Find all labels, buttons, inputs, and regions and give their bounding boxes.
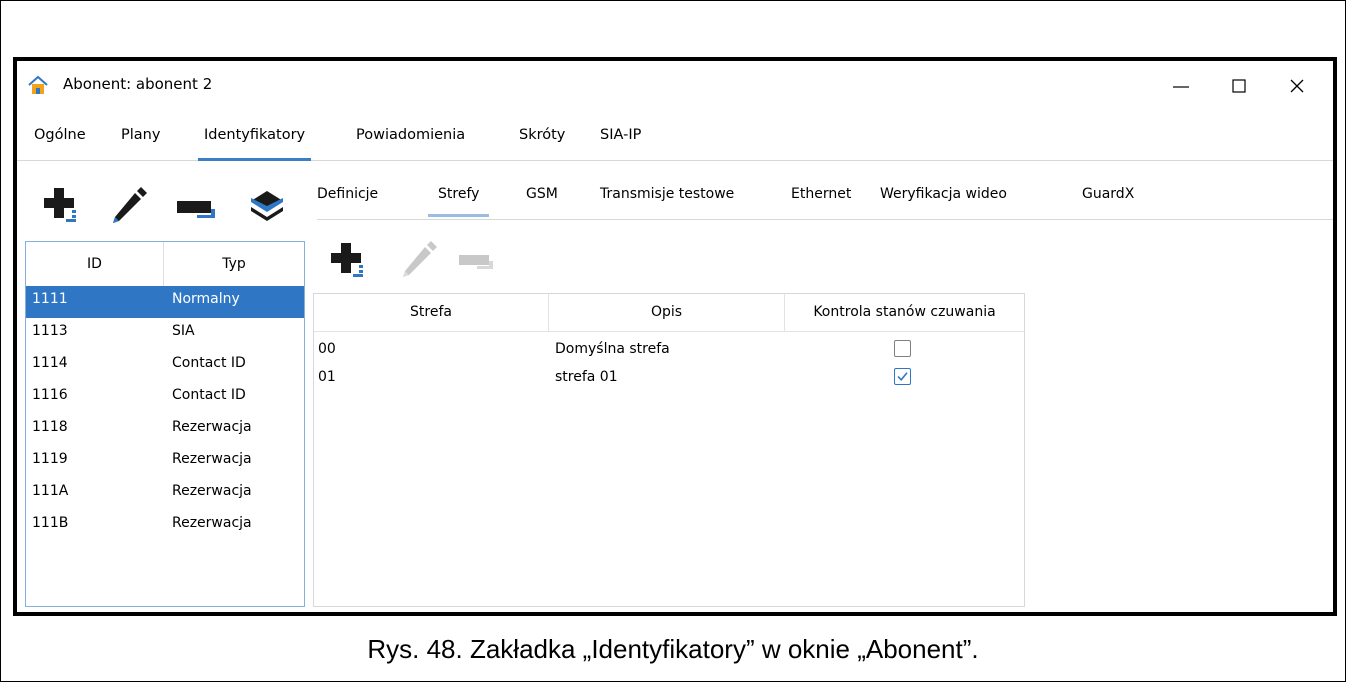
main-tabs: Ogólne Plany Identyfikatory Powiadomieni… bbox=[17, 114, 1333, 161]
tab-ethernet[interactable]: Ethernet bbox=[791, 186, 851, 202]
table-row[interactable]: 01 strefa 01 bbox=[314, 360, 1024, 392]
zones-table-header: Strefa Opis Kontrola stanów czuwania bbox=[314, 294, 1024, 332]
zones-table[interactable]: Strefa Opis Kontrola stanów czuwania 00 … bbox=[313, 293, 1025, 607]
identifiers-list[interactable]: ID Typ 1111 Normalny 1113 SIA 1114 Conta… bbox=[25, 241, 305, 607]
list-item-type: Contact ID bbox=[172, 387, 246, 403]
list-item-id: 1118 bbox=[32, 419, 68, 435]
arming-control-checkbox[interactable] bbox=[894, 340, 911, 357]
column-header-type[interactable]: Typ bbox=[164, 256, 304, 272]
add-zone-icon[interactable] bbox=[331, 243, 367, 279]
tab-video-verification[interactable]: Weryfikacja wideo bbox=[880, 186, 1007, 202]
tab-shortcuts[interactable]: Skróty bbox=[519, 127, 565, 143]
column-header-arming-control[interactable]: Kontrola stanów czuwania bbox=[785, 304, 1024, 320]
list-item[interactable]: 1113 SIA bbox=[26, 318, 304, 350]
list-item[interactable]: 1119 Rezerwacja bbox=[26, 446, 304, 478]
figure-caption: Rys. 48. Zakładka „Identyfikatory” w okn… bbox=[367, 634, 979, 664]
tab-notifications[interactable]: Powiadomienia bbox=[356, 127, 465, 143]
identifiers-list-header: ID Typ bbox=[26, 242, 304, 287]
list-item-id: 111A bbox=[32, 483, 69, 499]
list-item-id: 1119 bbox=[32, 451, 68, 467]
list-item-id: 1113 bbox=[32, 323, 68, 339]
tab-guardx[interactable]: GuardX bbox=[1082, 186, 1134, 202]
layers-icon[interactable] bbox=[249, 189, 285, 223]
column-header-id[interactable]: ID bbox=[26, 256, 163, 272]
identifiers-toolbar bbox=[17, 165, 317, 235]
close-button[interactable] bbox=[1277, 69, 1317, 103]
subscriber-window: Abonent: abonent 2 Ogólne Plany Identyfi… bbox=[13, 57, 1337, 616]
minimize-icon bbox=[1173, 86, 1189, 88]
zone-number: 01 bbox=[318, 369, 336, 385]
list-item-type: Rezerwacja bbox=[172, 483, 252, 499]
arming-control-checkbox[interactable] bbox=[894, 368, 911, 385]
column-header-zone[interactable]: Strefa bbox=[314, 304, 548, 320]
list-item-type: Rezerwacja bbox=[172, 515, 252, 531]
edit-icon[interactable] bbox=[107, 185, 147, 225]
tab-identifiers[interactable]: Identyfikatory bbox=[197, 127, 312, 161]
tab-gsm[interactable]: GSM bbox=[526, 186, 558, 202]
list-item[interactable]: 111B Rezerwacja bbox=[26, 510, 304, 542]
list-item-id: 111B bbox=[32, 515, 69, 531]
list-item-type: Contact ID bbox=[172, 355, 246, 371]
list-item[interactable]: 1111 Normalny bbox=[26, 286, 304, 318]
edit-zone-icon[interactable] bbox=[397, 239, 437, 279]
column-header-description[interactable]: Opis bbox=[549, 304, 784, 320]
tab-test-transmissions[interactable]: Transmisje testowe bbox=[600, 186, 734, 202]
checkmark-icon bbox=[897, 372, 908, 381]
remove-icon[interactable] bbox=[177, 195, 217, 221]
list-item[interactable]: 1116 Contact ID bbox=[26, 382, 304, 414]
window-title: Abonent: abonent 2 bbox=[63, 75, 213, 93]
list-item-id: 1114 bbox=[32, 355, 68, 371]
tab-zones[interactable]: Strefy bbox=[427, 186, 490, 217]
tab-plans[interactable]: Plany bbox=[121, 127, 160, 143]
sub-tabs: Definicje Strefy GSM Transmisje testowe … bbox=[317, 161, 1333, 220]
minimize-button[interactable] bbox=[1161, 69, 1201, 103]
title-bar: Abonent: abonent 2 bbox=[17, 61, 1333, 111]
list-item[interactable]: 1118 Rezerwacja bbox=[26, 414, 304, 446]
maximize-button[interactable] bbox=[1219, 69, 1259, 103]
tab-definitions[interactable]: Definicje bbox=[317, 186, 378, 202]
list-item-id: 1116 bbox=[32, 387, 68, 403]
close-icon bbox=[1290, 79, 1304, 93]
list-item-id: 1111 bbox=[32, 291, 68, 307]
zone-description: strefa 01 bbox=[555, 369, 618, 385]
list-item-type: SIA bbox=[172, 323, 195, 339]
list-item[interactable]: 1114 Contact ID bbox=[26, 350, 304, 382]
list-item-type: Normalny bbox=[172, 291, 240, 307]
zone-number: 00 bbox=[318, 341, 336, 357]
maximize-icon bbox=[1232, 79, 1246, 93]
zones-toolbar bbox=[331, 237, 531, 283]
list-item-type: Rezerwacja bbox=[172, 419, 252, 435]
tab-sia-ip[interactable]: SIA-IP bbox=[600, 127, 641, 143]
add-icon[interactable] bbox=[44, 188, 80, 224]
list-item[interactable]: 111A Rezerwacja bbox=[26, 478, 304, 510]
home-icon bbox=[28, 75, 48, 94]
zone-description: Domyślna strefa bbox=[555, 341, 670, 357]
remove-zone-icon[interactable] bbox=[459, 249, 499, 275]
tab-general[interactable]: Ogólne bbox=[34, 127, 86, 143]
list-item-type: Rezerwacja bbox=[172, 451, 252, 467]
